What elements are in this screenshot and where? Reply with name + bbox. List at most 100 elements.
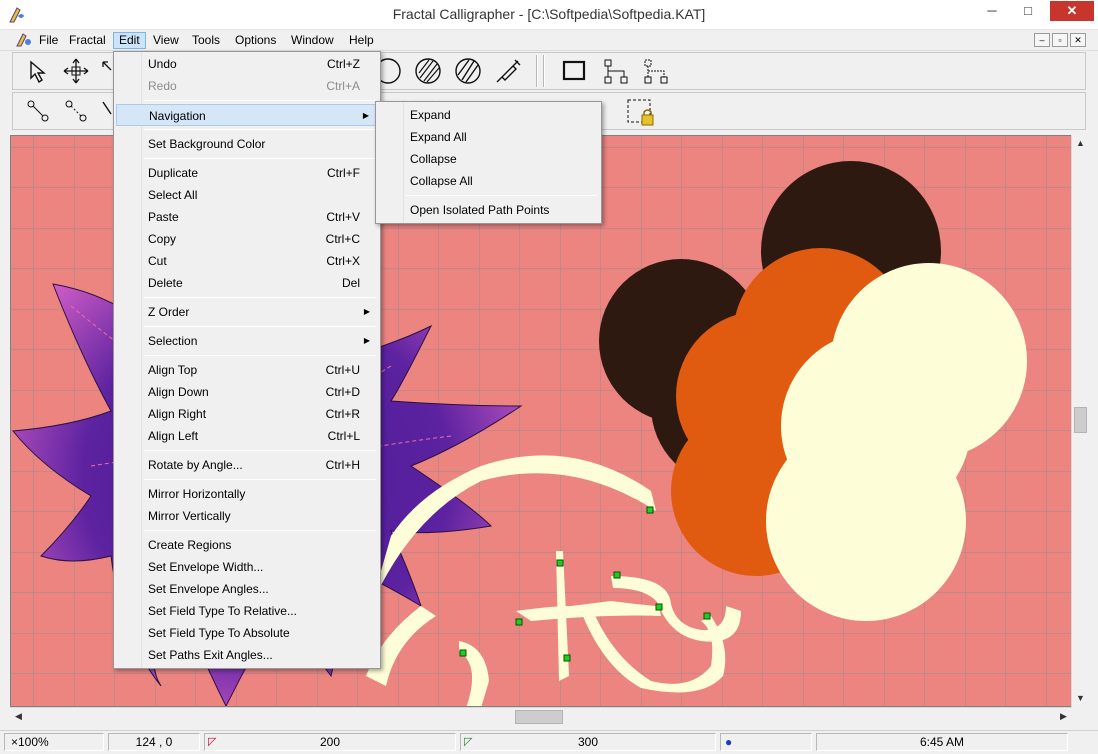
menu-item-set-envelope-width[interactable]: Set Envelope Width... bbox=[116, 556, 378, 578]
menu-item-label: Delete bbox=[148, 276, 183, 290]
menu-item-set-background-color[interactable]: Set Background Color bbox=[116, 133, 378, 155]
doc-restore-button[interactable]: ▫ bbox=[1052, 33, 1068, 47]
menu-item-shortcut: Ctrl+X bbox=[326, 254, 360, 268]
menu-item-shortcut: Ctrl+R bbox=[325, 407, 360, 421]
menu-item-mirror-horizontally[interactable]: Mirror Horizontally bbox=[116, 483, 378, 505]
node-add-icon[interactable] bbox=[61, 96, 91, 126]
menu-item-shortcut: Ctrl+L bbox=[327, 429, 360, 443]
menu-separator bbox=[144, 325, 376, 327]
menu-help[interactable]: Help bbox=[344, 32, 379, 49]
menu-item-align-left[interactable]: Align Left Ctrl+L bbox=[116, 425, 378, 447]
menu-item-delete[interactable]: Delete Del bbox=[116, 272, 378, 294]
menu-item-label: Mirror Vertically bbox=[148, 509, 231, 523]
scroll-right-icon[interactable]: ▶ bbox=[1055, 708, 1072, 725]
menu-item-label: Expand All bbox=[410, 130, 467, 144]
menu-item-set-field-type-to-relative[interactable]: Set Field Type To Relative... bbox=[116, 600, 378, 622]
menu-item-navigation[interactable]: Navigation ▶ bbox=[116, 104, 378, 126]
maximize-button[interactable]: □ bbox=[1014, 1, 1042, 21]
scroll-left-icon[interactable]: ◀ bbox=[10, 708, 27, 725]
menu-item-label: Set Envelope Angles... bbox=[148, 582, 269, 596]
menu-item-collapse[interactable]: Collapse bbox=[378, 148, 599, 170]
rectangle-icon[interactable] bbox=[559, 56, 589, 86]
menu-window[interactable]: Window bbox=[286, 32, 339, 49]
menu-view[interactable]: View bbox=[148, 32, 184, 49]
menu-item-shortcut: Ctrl+A bbox=[326, 79, 360, 93]
menu-edit[interactable]: Edit bbox=[113, 32, 146, 49]
pin-icon: ● bbox=[725, 735, 733, 749]
zoom-level: ×100% bbox=[4, 733, 104, 751]
menu-item-duplicate[interactable]: Duplicate Ctrl+F bbox=[116, 162, 378, 184]
menu-item-shortcut: Ctrl+U bbox=[325, 363, 360, 377]
vertical-scroll-thumb[interactable] bbox=[1074, 407, 1087, 433]
menu-item-open-isolated-path-points[interactable]: Open Isolated Path Points bbox=[378, 199, 599, 221]
tree-icon[interactable] bbox=[601, 56, 631, 86]
menu-options[interactable]: Options bbox=[230, 32, 281, 49]
menu-separator bbox=[144, 529, 376, 531]
scroll-up-icon[interactable]: ▲ bbox=[1072, 135, 1089, 152]
scroll-down-icon[interactable]: ▼ bbox=[1072, 690, 1089, 707]
menu-item-z-order[interactable]: Z Order ▶ bbox=[116, 301, 378, 323]
hatched-circle-icon[interactable] bbox=[413, 56, 443, 86]
horizontal-scroll-thumb[interactable] bbox=[515, 710, 563, 724]
menu-item-label: Mirror Horizontally bbox=[148, 487, 246, 501]
menu-item-set-field-type-to-absolute[interactable]: Set Field Type To Absolute bbox=[116, 622, 378, 644]
menu-item-label: Cut bbox=[148, 254, 167, 268]
menu-item-cut[interactable]: Cut Ctrl+X bbox=[116, 250, 378, 272]
menu-item-create-regions[interactable]: Create Regions bbox=[116, 534, 378, 556]
horizontal-scrollbar[interactable]: ◀ ▶ bbox=[10, 707, 1072, 726]
syringe-icon[interactable] bbox=[493, 56, 523, 86]
striped-circle-icon[interactable] bbox=[453, 56, 483, 86]
menu-item-undo[interactable]: Undo Ctrl+Z bbox=[116, 53, 378, 75]
menu-item-expand-all[interactable]: Expand All bbox=[378, 126, 599, 148]
menu-item-label: Align Left bbox=[148, 429, 199, 443]
menu-separator bbox=[406, 194, 597, 196]
menu-item-shortcut: Ctrl+C bbox=[325, 232, 360, 246]
menu-item-selection[interactable]: Selection ▶ bbox=[116, 330, 378, 352]
dotted-tree-icon[interactable] bbox=[641, 56, 671, 86]
menu-file[interactable]: File bbox=[34, 32, 63, 49]
menu-item-mirror-vertically[interactable]: Mirror Vertically bbox=[116, 505, 378, 527]
document-icon[interactable] bbox=[16, 33, 32, 48]
doc-minimize-button[interactable]: – bbox=[1034, 33, 1050, 47]
menu-item-shortcut: Del bbox=[341, 276, 360, 290]
menu-item-redo[interactable]: Redo Ctrl+A bbox=[116, 75, 378, 97]
lock-selection-icon[interactable] bbox=[625, 97, 657, 129]
menu-item-align-down[interactable]: Align Down Ctrl+D bbox=[116, 381, 378, 403]
menu-item-label: Set Field Type To Absolute bbox=[148, 626, 290, 640]
menu-item-set-paths-exit-angles[interactable]: Set Paths Exit Angles... bbox=[116, 644, 378, 666]
arrow-select-icon[interactable] bbox=[23, 56, 53, 86]
menu-item-copy[interactable]: Copy Ctrl+C bbox=[116, 228, 378, 250]
menu-item-label: Align Top bbox=[148, 363, 198, 377]
status-pin: ● bbox=[720, 733, 812, 751]
menu-separator bbox=[144, 99, 376, 101]
doc-close-button[interactable]: ✕ bbox=[1070, 33, 1086, 47]
status-time: 6:45 AM bbox=[816, 733, 1068, 751]
menu-item-select-all[interactable]: Select All bbox=[116, 184, 378, 206]
menu-item-set-envelope-angles[interactable]: Set Envelope Angles... bbox=[116, 578, 378, 600]
move-icon[interactable] bbox=[61, 56, 91, 86]
minimize-button[interactable]: ─ bbox=[978, 1, 1006, 21]
menu-item-align-right[interactable]: Align Right Ctrl+R bbox=[116, 403, 378, 425]
menu-item-label: Set Paths Exit Angles... bbox=[148, 648, 273, 662]
menu-fractal[interactable]: Fractal bbox=[64, 32, 111, 49]
vertical-scrollbar[interactable]: ▲ ▼ bbox=[1071, 135, 1088, 707]
node-pen-icon[interactable] bbox=[23, 96, 53, 126]
menu-item-label: Collapse bbox=[410, 152, 457, 166]
menu-item-label: Expand bbox=[410, 108, 451, 122]
menu-item-label: Set Background Color bbox=[148, 137, 266, 151]
menu-item-label: Collapse All bbox=[410, 174, 473, 188]
menu-tools[interactable]: Tools bbox=[187, 32, 225, 49]
menu-item-expand[interactable]: Expand bbox=[378, 104, 599, 126]
menu-item-paste[interactable]: Paste Ctrl+V bbox=[116, 206, 378, 228]
angle-icon: ◸ bbox=[208, 736, 217, 748]
menu-item-rotate-by-angle[interactable]: Rotate by Angle... Ctrl+H bbox=[116, 454, 378, 476]
close-button[interactable]: ✕ bbox=[1050, 1, 1094, 21]
submenu-arrow-icon: ▶ bbox=[362, 111, 369, 120]
menu-item-shortcut: Ctrl+H bbox=[325, 458, 360, 472]
menu-item-label: Rotate by Angle... bbox=[148, 458, 243, 472]
cursor-coords: 124 , 0 bbox=[108, 733, 200, 751]
toolbar-separator bbox=[543, 55, 545, 87]
menu-separator bbox=[144, 449, 376, 451]
menu-item-align-top[interactable]: Align Top Ctrl+U bbox=[116, 359, 378, 381]
menu-item-collapse-all[interactable]: Collapse All bbox=[378, 170, 599, 192]
